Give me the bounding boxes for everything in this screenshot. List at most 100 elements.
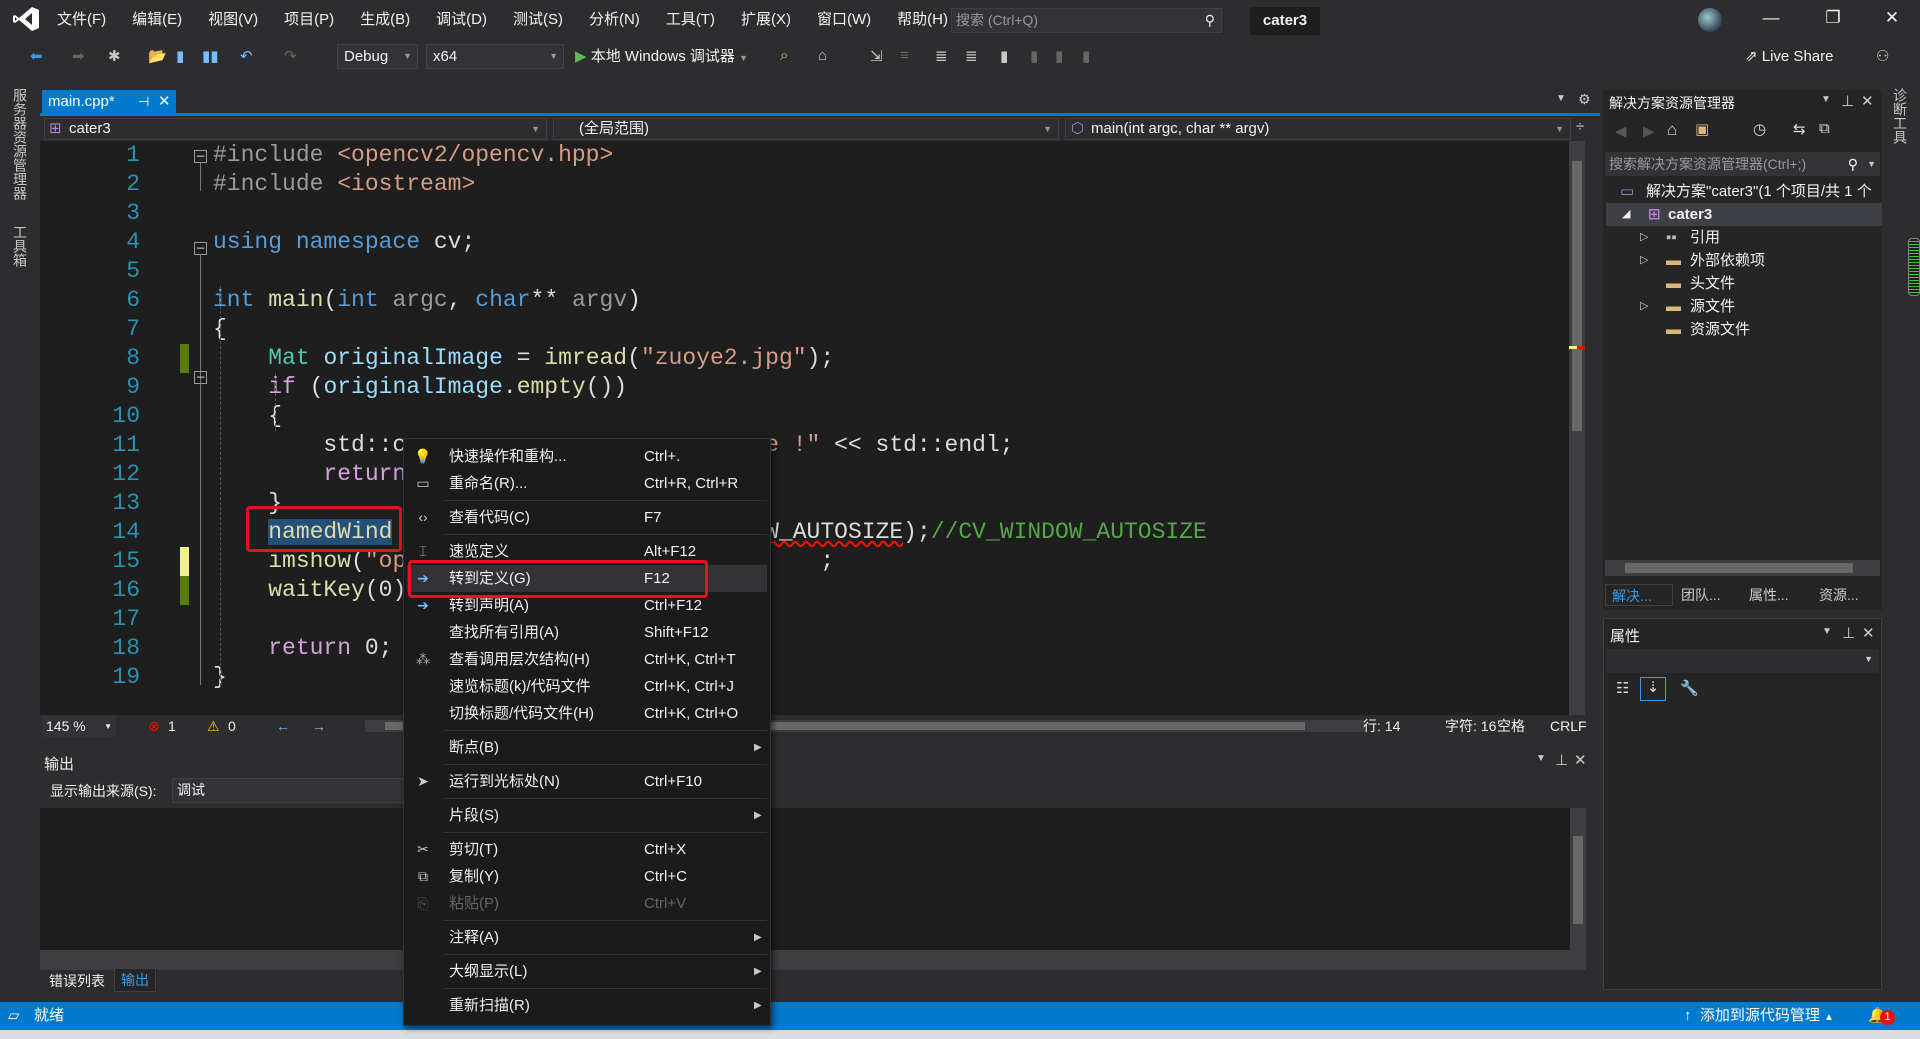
menu-item[interactable]: 生成(B)	[347, 9, 423, 31]
menu-item[interactable]: 调试(D)	[423, 9, 500, 31]
redo-icon[interactable]: ↷	[284, 47, 297, 65]
code-line[interactable]: 3	[40, 199, 1570, 228]
dropdown-icon[interactable]: ▼	[1536, 753, 1546, 764]
expand-arrow-icon[interactable]: ▷	[1640, 295, 1648, 318]
open-file-icon[interactable]: 📂	[148, 47, 167, 65]
bookmark-icon[interactable]: ▮	[1000, 47, 1008, 65]
member-dropdown[interactable]: ⬡ main(int argc, char ** argv) ▼	[1065, 118, 1571, 140]
context-menu-item[interactable]: 断点(B) ▶	[407, 734, 767, 761]
indent-icon[interactable]: ≡	[900, 47, 909, 64]
comment-icon[interactable]: ≣	[935, 47, 948, 65]
menu-item[interactable]: 视图(V)	[195, 9, 271, 31]
tree-item[interactable]: ▷ ▬ 源文件	[1606, 295, 1882, 318]
pin-icon[interactable]: ⊥	[1841, 92, 1854, 110]
save-all-icon[interactable]: ▮▮	[202, 47, 219, 65]
switch-views-icon[interactable]: ▣	[1695, 120, 1709, 138]
configuration-dropdown[interactable]: Debug ▼	[337, 44, 418, 69]
scrollbar-thumb[interactable]	[1625, 563, 1853, 573]
split-window-icon[interactable]: ÷	[1576, 118, 1584, 135]
minimize-button[interactable]: —	[1756, 8, 1786, 32]
feedback-person-icon[interactable]: ⚇	[1876, 47, 1889, 65]
avatar[interactable]	[1698, 8, 1722, 32]
context-menu-item[interactable]: 片段(S) ▶	[407, 802, 767, 829]
categorized-icon[interactable]: ☷	[1616, 679, 1629, 697]
tab-properties[interactable]: 属性...	[1749, 584, 1789, 606]
close-button[interactable]: ✕	[1877, 8, 1907, 32]
server-explorer-tab[interactable]: 服务器资源管理器	[10, 88, 30, 200]
platform-dropdown[interactable]: x64 ▼	[426, 44, 564, 69]
tab-team-explorer[interactable]: 团队...	[1681, 584, 1721, 606]
error-icon[interactable]: ⊗	[148, 715, 160, 738]
previous-issue-icon[interactable]: ←	[276, 715, 290, 738]
tab-output[interactable]: 输出	[114, 968, 156, 992]
close-icon[interactable]: ✕	[1862, 624, 1875, 642]
pin-icon[interactable]: ⊥	[1842, 624, 1855, 642]
tab-error-list[interactable]: 错误列表	[44, 970, 110, 992]
code-line[interactable]: 2 #include <iostream>	[40, 170, 1570, 199]
pin-icon[interactable]: ⊥	[1555, 751, 1568, 769]
menu-item[interactable]: 编辑(E)	[119, 9, 195, 31]
context-menu-item[interactable]: 速览标题(k)/代码文件 Ctrl+K, Ctrl+J	[407, 673, 767, 700]
context-menu-item[interactable]: ⎘ 粘贴(P) Ctrl+V	[407, 890, 767, 917]
project-dropdown[interactable]: ⊞ cater3 ▼	[44, 118, 547, 140]
toolbox-tab[interactable]: 工具箱	[10, 225, 30, 267]
maximize-button[interactable]: ❐	[1818, 8, 1848, 32]
error-count[interactable]: 1	[168, 715, 176, 738]
diagnostics-tools-tab[interactable]: 诊断工具	[1890, 88, 1910, 144]
output-horizontal-scrollbar[interactable]	[40, 950, 1586, 970]
tab-solution-explorer[interactable]: 解决...	[1605, 584, 1673, 606]
tree-item[interactable]: ▷ ▬ 外部依赖项	[1606, 249, 1882, 272]
code-line[interactable]: 16 waitKey(0)	[40, 576, 1570, 605]
code-line[interactable]: 4 using namespace cv;	[40, 228, 1570, 257]
dropdown-icon[interactable]: ▼	[1821, 94, 1831, 105]
context-menu-item[interactable]: ⧉ 复制(Y) Ctrl+C	[407, 863, 767, 890]
browser-link-icon[interactable]: ⌂	[818, 47, 827, 64]
tree-solution[interactable]: ▭ 解决方案"cater3"(1 个项目/共 1 个	[1606, 180, 1882, 203]
context-menu-item[interactable]: ➤ 运行到光标处(N) Ctrl+F10	[407, 768, 767, 795]
context-menu-item[interactable]: 查找所有引用(A) Shift+F12	[407, 619, 767, 646]
solution-horizontal-scrollbar[interactable]	[1605, 560, 1880, 576]
context-menu-item[interactable]: ‹› 查看代码(C) F7	[407, 504, 767, 531]
tree-item[interactable]: ▷ ▪▪ 引用	[1606, 226, 1882, 249]
close-icon[interactable]: ✕	[1861, 92, 1874, 110]
notifications-button[interactable]: 🔔 1	[1868, 1002, 1895, 1030]
context-menu-item[interactable]: 重新扫描(R) ▶	[407, 992, 767, 1019]
warning-icon[interactable]: ⚠	[207, 715, 220, 738]
zoom-dropdown[interactable]: 145 % ▼	[42, 715, 116, 737]
object-selector-dropdown[interactable]: ▼	[1606, 649, 1879, 673]
pin-icon[interactable]: ⊣	[138, 90, 149, 113]
dropdown-icon[interactable]: ▼	[1822, 626, 1832, 637]
add-to-source-control-button[interactable]: ↑ 添加到源代码管理 ▲	[1684, 1002, 1834, 1032]
menu-item[interactable]: 文件(F)	[44, 9, 119, 31]
context-menu-item[interactable]: 大纲显示(L) ▶	[407, 958, 767, 985]
code-line[interactable]: 19}	[40, 663, 1570, 692]
live-share-button[interactable]: ⇗ Live Share	[1745, 47, 1833, 65]
warning-count[interactable]: 0	[228, 715, 236, 738]
output-vertical-scrollbar[interactable]	[1570, 808, 1586, 950]
home-icon[interactable]: ⌂	[1667, 120, 1677, 140]
tree-item[interactable]: ▬ 头文件	[1606, 272, 1882, 295]
menu-item[interactable]: 工具(T)	[653, 9, 728, 31]
forward-icon[interactable]: ➡	[72, 47, 85, 65]
collapse-icon[interactable]: −	[194, 150, 207, 163]
editor-vertical-scrollbar[interactable]	[1569, 141, 1585, 715]
menu-item[interactable]: 帮助(H)	[884, 9, 961, 31]
uncomment-icon[interactable]: ≣	[965, 47, 978, 65]
context-menu-item[interactable]: ⁂ 查看调用层次结构(H) Ctrl+K, Ctrl+T	[407, 646, 767, 673]
scrollbar-thumb[interactable]	[1573, 836, 1583, 924]
code-line[interactable]: 12 return	[40, 460, 1570, 489]
pending-changes-icon[interactable]: ◷	[1753, 120, 1766, 138]
next-issue-icon[interactable]: →	[312, 715, 326, 738]
next-bookmark-icon[interactable]: ▮	[1055, 47, 1063, 65]
scope-dropdown[interactable]: (全局范围) ▼	[553, 118, 1059, 140]
solution-search-input[interactable]: 搜索解决方案资源管理器(Ctrl+;) ⚲ ▼	[1605, 152, 1880, 176]
alphabetical-icon[interactable]: ⇣	[1640, 677, 1666, 701]
step-icon[interactable]: ⇲	[870, 47, 883, 65]
gear-icon[interactable]: ⚙	[1578, 91, 1591, 108]
expand-arrow-icon[interactable]: ▷	[1640, 226, 1648, 249]
collapse-icon[interactable]: −	[194, 242, 207, 255]
context-menu-item[interactable]: ✂ 剪切(T) Ctrl+X	[407, 836, 767, 863]
code-line[interactable]: 8 Mat originalImage = imread("zuoye2.jpg…	[40, 344, 1570, 373]
clear-bookmarks-icon[interactable]: ▮	[1082, 47, 1090, 65]
code-line[interactable]: 18 return 0;	[40, 634, 1570, 663]
